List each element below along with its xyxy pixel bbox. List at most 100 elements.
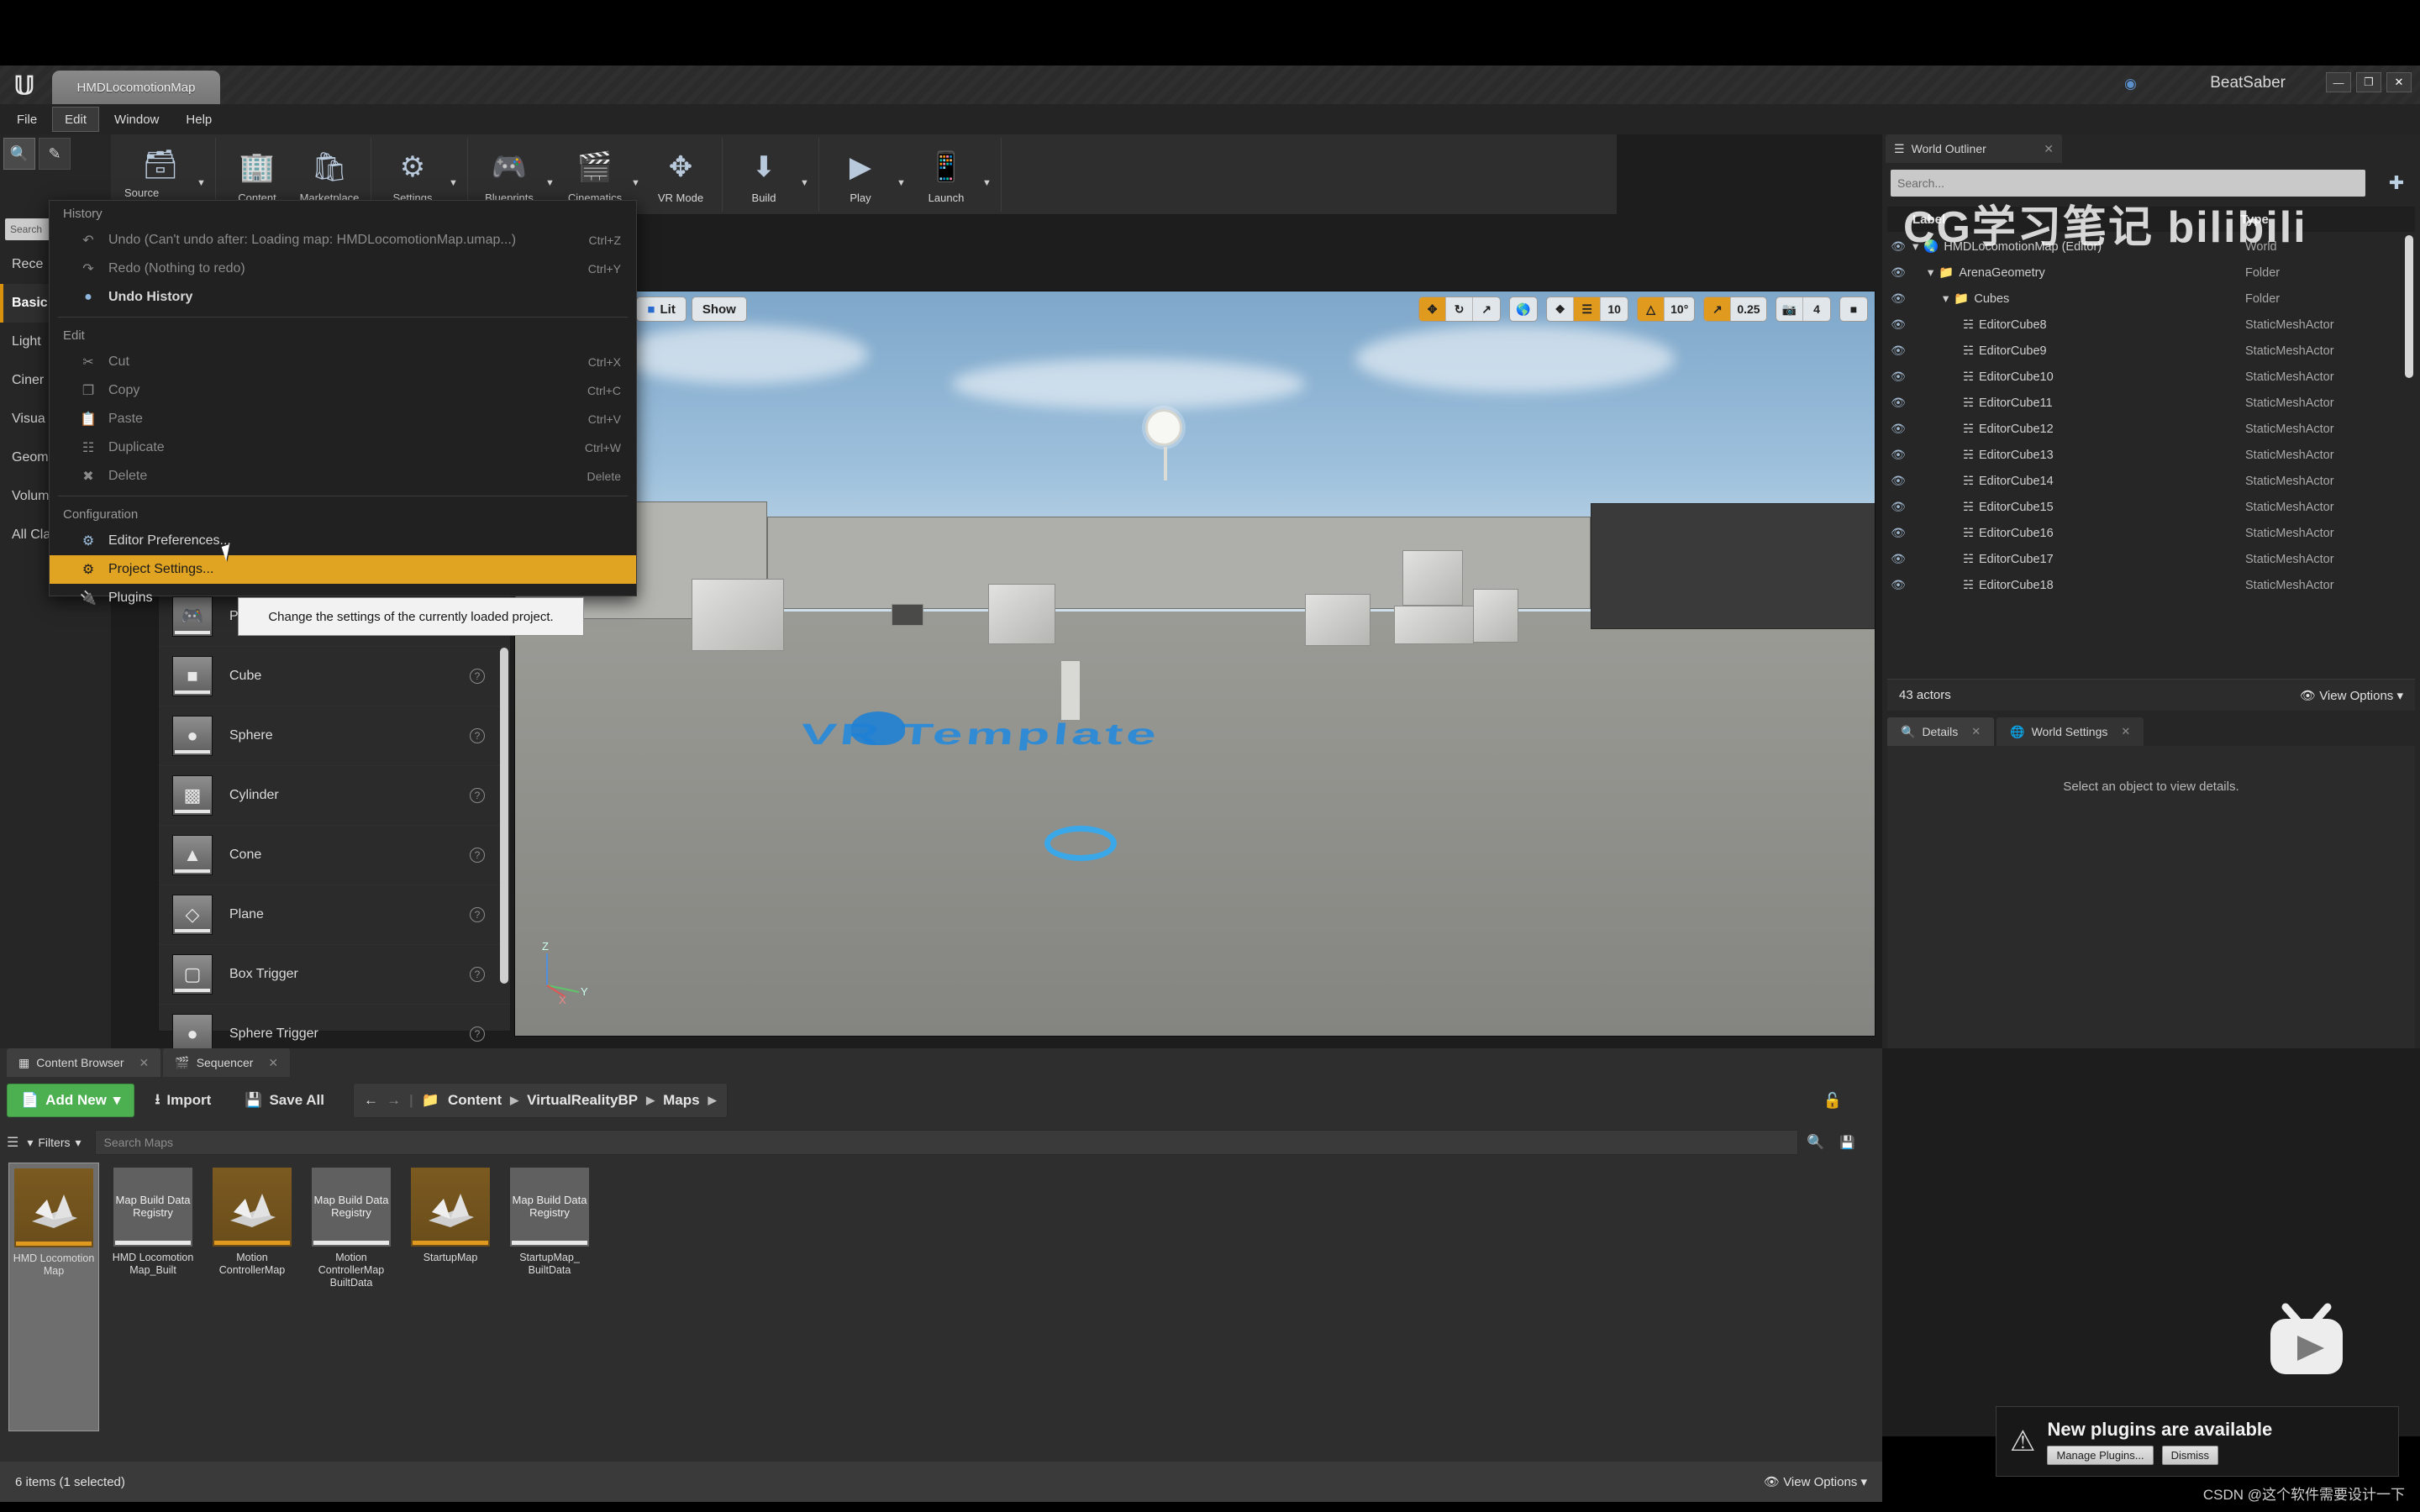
viewport-show-button[interactable]: Show: [692, 297, 747, 322]
tab-details[interactable]: 🔍 Details ✕: [1887, 717, 1994, 746]
place-mode-icon[interactable]: 🔍: [3, 138, 35, 170]
dismiss-button[interactable]: Dismiss: [2162, 1446, 2219, 1465]
paint-mode-icon[interactable]: ✎: [39, 138, 71, 170]
visibility-eye-icon[interactable]: 👁: [1887, 239, 1909, 254]
outliner-row[interactable]: 👁 ☵ EditorCube18 StaticMeshActor: [1887, 572, 2415, 598]
camera-speed-value[interactable]: 4: [1803, 297, 1830, 321]
asset-item[interactable]: Map Build Data Registry HMD Locomotion M…: [108, 1163, 198, 1431]
content-search-input[interactable]: Search Maps: [95, 1130, 1799, 1155]
select-move-icon[interactable]: ✥: [1419, 297, 1446, 321]
outliner-row[interactable]: 👁 ☵ EditorCube16 StaticMeshActor: [1887, 520, 2415, 546]
place-item-plane[interactable]: ◇ Plane ?: [159, 885, 510, 945]
menu-edit[interactable]: Edit: [52, 107, 99, 132]
menu-item-redo[interactable]: ↷ Redo (Nothing to redo) Ctrl+Y: [50, 255, 636, 283]
close-icon[interactable]: ✕: [139, 1056, 150, 1070]
help-icon[interactable]: ?: [470, 848, 485, 863]
sun-light-actor[interactable]: [1145, 409, 1182, 446]
menu-help[interactable]: Help: [174, 107, 224, 132]
help-icon[interactable]: ?: [470, 728, 485, 743]
outliner-row[interactable]: 👁 ☵ EditorCube13 StaticMeshActor: [1887, 442, 2415, 468]
save-search-icon[interactable]: 💾: [1839, 1135, 1855, 1150]
outliner-row[interactable]: 👁 ▾ 📁 Cubes Folder: [1887, 286, 2415, 312]
angle-snap-value[interactable]: 10°: [1665, 297, 1694, 321]
surface-snap-icon[interactable]: ❖: [1547, 297, 1574, 321]
chevron-down-icon[interactable]: ▼: [631, 178, 644, 188]
manage-plugins-button[interactable]: Manage Plugins...: [2047, 1446, 2153, 1465]
asset-item[interactable]: Map Build Data Registry Motion Controlle…: [306, 1163, 397, 1431]
toolbar-vr-mode-button[interactable]: ✥ VR Mode: [644, 141, 717, 212]
chevron-down-icon[interactable]: ▼: [449, 178, 462, 188]
maximize-button[interactable]: ❐: [2356, 72, 2381, 92]
place-item-cone[interactable]: ▲ Cone ?: [159, 826, 510, 885]
asset-item[interactable]: Map Build Data Registry StartupMap_ Buil…: [504, 1163, 595, 1431]
outliner-row[interactable]: 👁 ☵ EditorCube17 StaticMeshActor: [1887, 546, 2415, 572]
outliner-row[interactable]: 👁 ☵ EditorCube14 StaticMeshActor: [1887, 468, 2415, 494]
search-icon[interactable]: 🔍: [1807, 1134, 1824, 1151]
close-icon[interactable]: ✕: [268, 1056, 278, 1070]
visibility-eye-icon[interactable]: 👁: [1887, 291, 1909, 306]
outliner-row[interactable]: 👁 ▾ 🌏 HMDLocomotionMap (Editor) World: [1887, 234, 2415, 260]
scale-snap-toggle[interactable]: ↗: [1704, 297, 1731, 321]
outliner-scrollbar[interactable]: [2405, 235, 2413, 378]
expander-icon[interactable]: ▾: [1928, 266, 1933, 280]
outliner-view-options-button[interactable]: 👁 View Options ▾: [2300, 688, 2403, 703]
help-icon[interactable]: ?: [470, 669, 485, 684]
outliner-row[interactable]: 👁 ☵ EditorCube8 StaticMeshActor: [1887, 312, 2415, 338]
close-icon[interactable]: ✕: [1971, 725, 1981, 738]
visibility-eye-icon[interactable]: 👁: [1887, 396, 1909, 410]
scale-icon[interactable]: ↗: [1473, 297, 1500, 321]
chevron-down-icon[interactable]: ▼: [545, 178, 559, 188]
place-item-cube[interactable]: ■ Cube ?: [159, 647, 510, 706]
maximize-viewport-icon[interactable]: ■: [1840, 297, 1867, 321]
grid-snap-value[interactable]: 10: [1601, 297, 1628, 321]
add-actor-icon[interactable]: ✚: [2383, 170, 2410, 197]
tab-content-browser[interactable]: ▦ Content Browser ✕: [7, 1048, 160, 1077]
visibility-eye-icon[interactable]: 👁: [1887, 370, 1909, 384]
menu-item-cut[interactable]: ✂ Cut Ctrl+X: [50, 348, 636, 376]
asset-item[interactable]: Motion ControllerMap: [207, 1163, 297, 1431]
place-item-sphere[interactable]: ● Sphere ?: [159, 706, 510, 766]
add-new-button[interactable]: 📄 Add New ▾: [7, 1084, 134, 1117]
menu-file[interactable]: File: [5, 107, 49, 132]
breadcrumb-virtualrealitybp[interactable]: VirtualRealityBP: [527, 1092, 638, 1109]
visibility-eye-icon[interactable]: 👁: [1887, 578, 1909, 592]
breadcrumb-maps[interactable]: Maps: [663, 1092, 699, 1109]
tab-sequencer[interactable]: 🎬 Sequencer ✕: [163, 1048, 290, 1077]
import-button[interactable]: ⭳ Import: [141, 1084, 224, 1117]
visibility-eye-icon[interactable]: 👁: [1887, 552, 1909, 566]
outliner-row[interactable]: 👁 ▾ 📁 ArenaGeometry Folder: [1887, 260, 2415, 286]
outliner-row[interactable]: 👁 ☵ EditorCube15 StaticMeshActor: [1887, 494, 2415, 520]
outliner-search-input[interactable]: Search...: [1891, 170, 2365, 197]
close-button[interactable]: ✕: [2386, 72, 2412, 92]
viewport-lit-button[interactable]: ■ Lit: [636, 297, 686, 322]
save-all-button[interactable]: 💾 Save All: [231, 1084, 338, 1117]
menu-item-undo-history[interactable]: ● Undo History: [50, 283, 636, 312]
place-item-box-trigger[interactable]: ▢ Box Trigger ?: [159, 945, 510, 1005]
camera-speed-icon[interactable]: 📷: [1776, 297, 1803, 321]
level-viewport[interactable]: VR Template ▣ Perspective ■ Lit Show: [514, 291, 1876, 1037]
project-tab[interactable]: HMDLocomotionMap: [52, 71, 220, 104]
menu-window[interactable]: Window: [103, 107, 171, 132]
minimize-button[interactable]: —: [2326, 72, 2351, 92]
lock-content-browser-icon[interactable]: 🔓: [1823, 1092, 1842, 1110]
column-header-type[interactable]: Type: [2240, 213, 2269, 227]
help-icon[interactable]: ?: [470, 967, 485, 982]
place-item-cylinder[interactable]: ▩ Cylinder ?: [159, 766, 510, 826]
visibility-eye-icon[interactable]: 👁: [1887, 474, 1909, 488]
chevron-down-icon[interactable]: ▼: [897, 178, 910, 188]
outliner-row[interactable]: 👁 ☵ EditorCube12 StaticMeshActor: [1887, 416, 2415, 442]
filters-button[interactable]: ▾ Filters ▾: [27, 1136, 81, 1150]
world-space-icon[interactable]: 🌎: [1510, 297, 1537, 321]
filter-list-icon[interactable]: ☰: [7, 1134, 18, 1151]
chevron-down-icon[interactable]: ▼: [982, 178, 996, 188]
nav-forward-icon[interactable]: →: [387, 1092, 401, 1109]
visibility-eye-icon[interactable]: 👁: [1887, 448, 1909, 462]
grid-snap-toggle[interactable]: ☰: [1574, 297, 1601, 321]
nav-back-icon[interactable]: ←: [364, 1092, 378, 1109]
asset-item[interactable]: StartupMap: [405, 1163, 496, 1431]
help-icon[interactable]: ?: [470, 1026, 485, 1042]
visibility-eye-icon[interactable]: 👁: [1887, 500, 1909, 514]
menu-item-copy[interactable]: ❐ Copy Ctrl+C: [50, 376, 636, 405]
outliner-row[interactable]: 👁 ☵ EditorCube10 StaticMeshActor: [1887, 364, 2415, 390]
close-icon[interactable]: ✕: [2121, 725, 2130, 738]
